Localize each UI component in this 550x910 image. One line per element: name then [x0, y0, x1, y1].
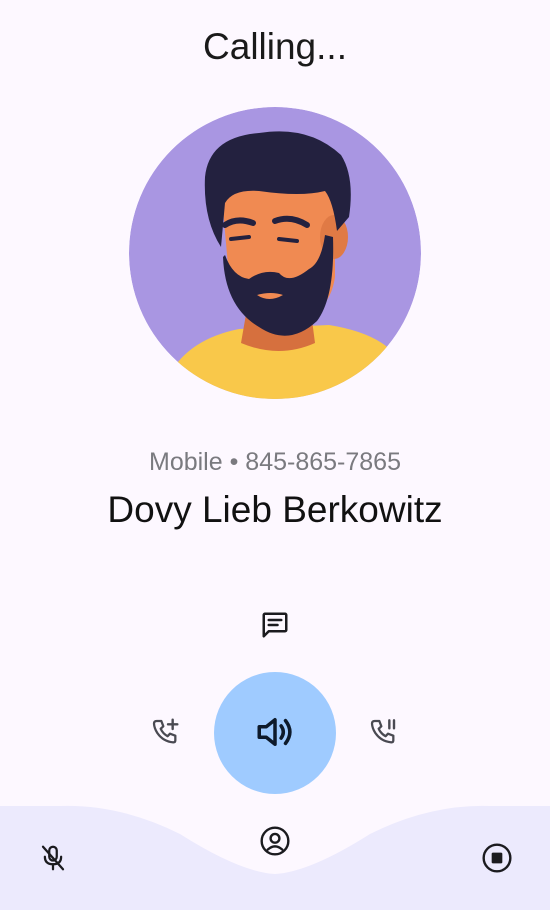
call-status: Calling...: [203, 26, 347, 67]
call-subtitle: Mobile • 845-865-7865: [149, 448, 401, 476]
add-call-button[interactable]: [142, 710, 190, 758]
add-call-icon: [150, 717, 182, 752]
hold-call-icon: [368, 717, 400, 752]
stop-record-icon: [481, 842, 513, 877]
contact-button[interactable]: [250, 817, 300, 867]
contact-name: Dovy Lieb Berkowitz: [107, 489, 443, 530]
mute-button[interactable]: [28, 834, 78, 884]
record-button[interactable]: [472, 834, 522, 884]
speaker-button[interactable]: [214, 672, 336, 794]
contact-avatar: [129, 107, 421, 399]
message-button[interactable]: [251, 602, 299, 650]
account-circle-icon: [259, 825, 291, 860]
mic-off-icon: [38, 843, 68, 876]
hold-call-button[interactable]: [360, 710, 408, 758]
speaker-icon: [254, 711, 296, 756]
message-icon: [260, 610, 290, 643]
